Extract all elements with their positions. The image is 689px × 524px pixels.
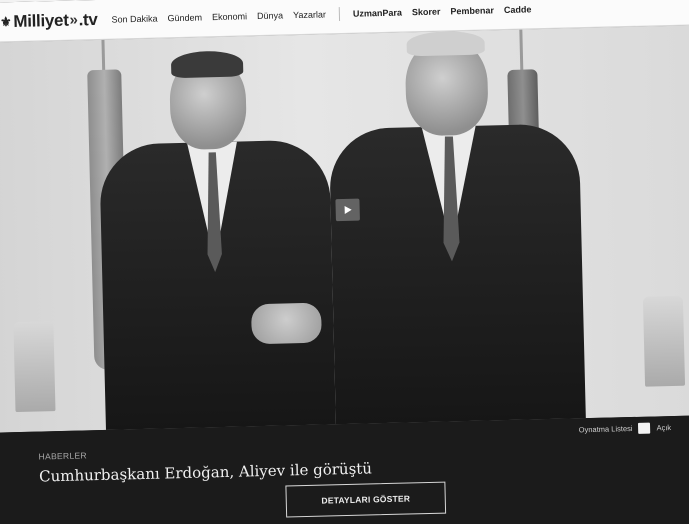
nav-item-son-dakika[interactable]: Son Dakika (111, 13, 157, 24)
nav-item-uzmanpara[interactable]: UzmanPara (353, 7, 402, 18)
nav-divider (338, 6, 341, 21)
nav-item-ekonomi[interactable]: Ekonomi (212, 11, 247, 22)
page: ⚜ Milliyet » .tv Son Dakika Gündem Ekono… (0, 0, 689, 524)
playlist-toggle[interactable] (638, 422, 651, 434)
playlist-state: Açık (656, 423, 672, 433)
logo-chevrons: » (69, 11, 78, 29)
nav-item-cadde[interactable]: Cadde (504, 4, 532, 15)
milliyet-tv-logo[interactable]: ⚜ Milliyet » .tv (0, 9, 98, 31)
video-title: Cumhurbaşkanı Erdoğan, Aliyev ile görüşt… (38, 459, 373, 486)
logo-text: Milliyet (13, 10, 69, 31)
logo-mark-icon: ⚜ (0, 13, 12, 29)
video-player[interactable] (0, 25, 689, 433)
hair (170, 50, 244, 79)
nav-item-pembenar[interactable]: Pembenar (450, 5, 494, 16)
nav-item-skorer[interactable]: Skorer (412, 6, 441, 17)
hair (406, 30, 485, 57)
handshake (250, 302, 322, 345)
nav-item-yazarlar[interactable]: Yazarlar (293, 9, 326, 20)
person-left (97, 44, 337, 433)
chair (642, 295, 686, 387)
nav-item-gundem[interactable]: Gündem (167, 12, 202, 23)
playlist-control: Oynatma Listesi Açık (579, 422, 672, 435)
play-icon (344, 205, 352, 214)
play-button[interactable] (335, 198, 360, 222)
video-info-panel: Oynatma Listesi Açık HABERLER Cumhurbaşk… (0, 415, 689, 524)
show-details-button[interactable]: DETAYLARI GÖSTER (285, 481, 447, 518)
video-category[interactable]: HABERLER (38, 450, 86, 461)
nav-item-dunya[interactable]: Dünya (257, 10, 283, 21)
logo-suffix: .tv (78, 9, 98, 29)
playlist-label: Oynatma Listesi (578, 424, 633, 435)
person-right (316, 28, 586, 430)
main-nav: Son Dakika Gündem Ekonomi Dünya Yazarlar… (111, 2, 531, 26)
chair (13, 321, 56, 413)
screen: ⚜ Milliyet » .tv Son Dakika Gündem Ekono… (0, 0, 689, 524)
